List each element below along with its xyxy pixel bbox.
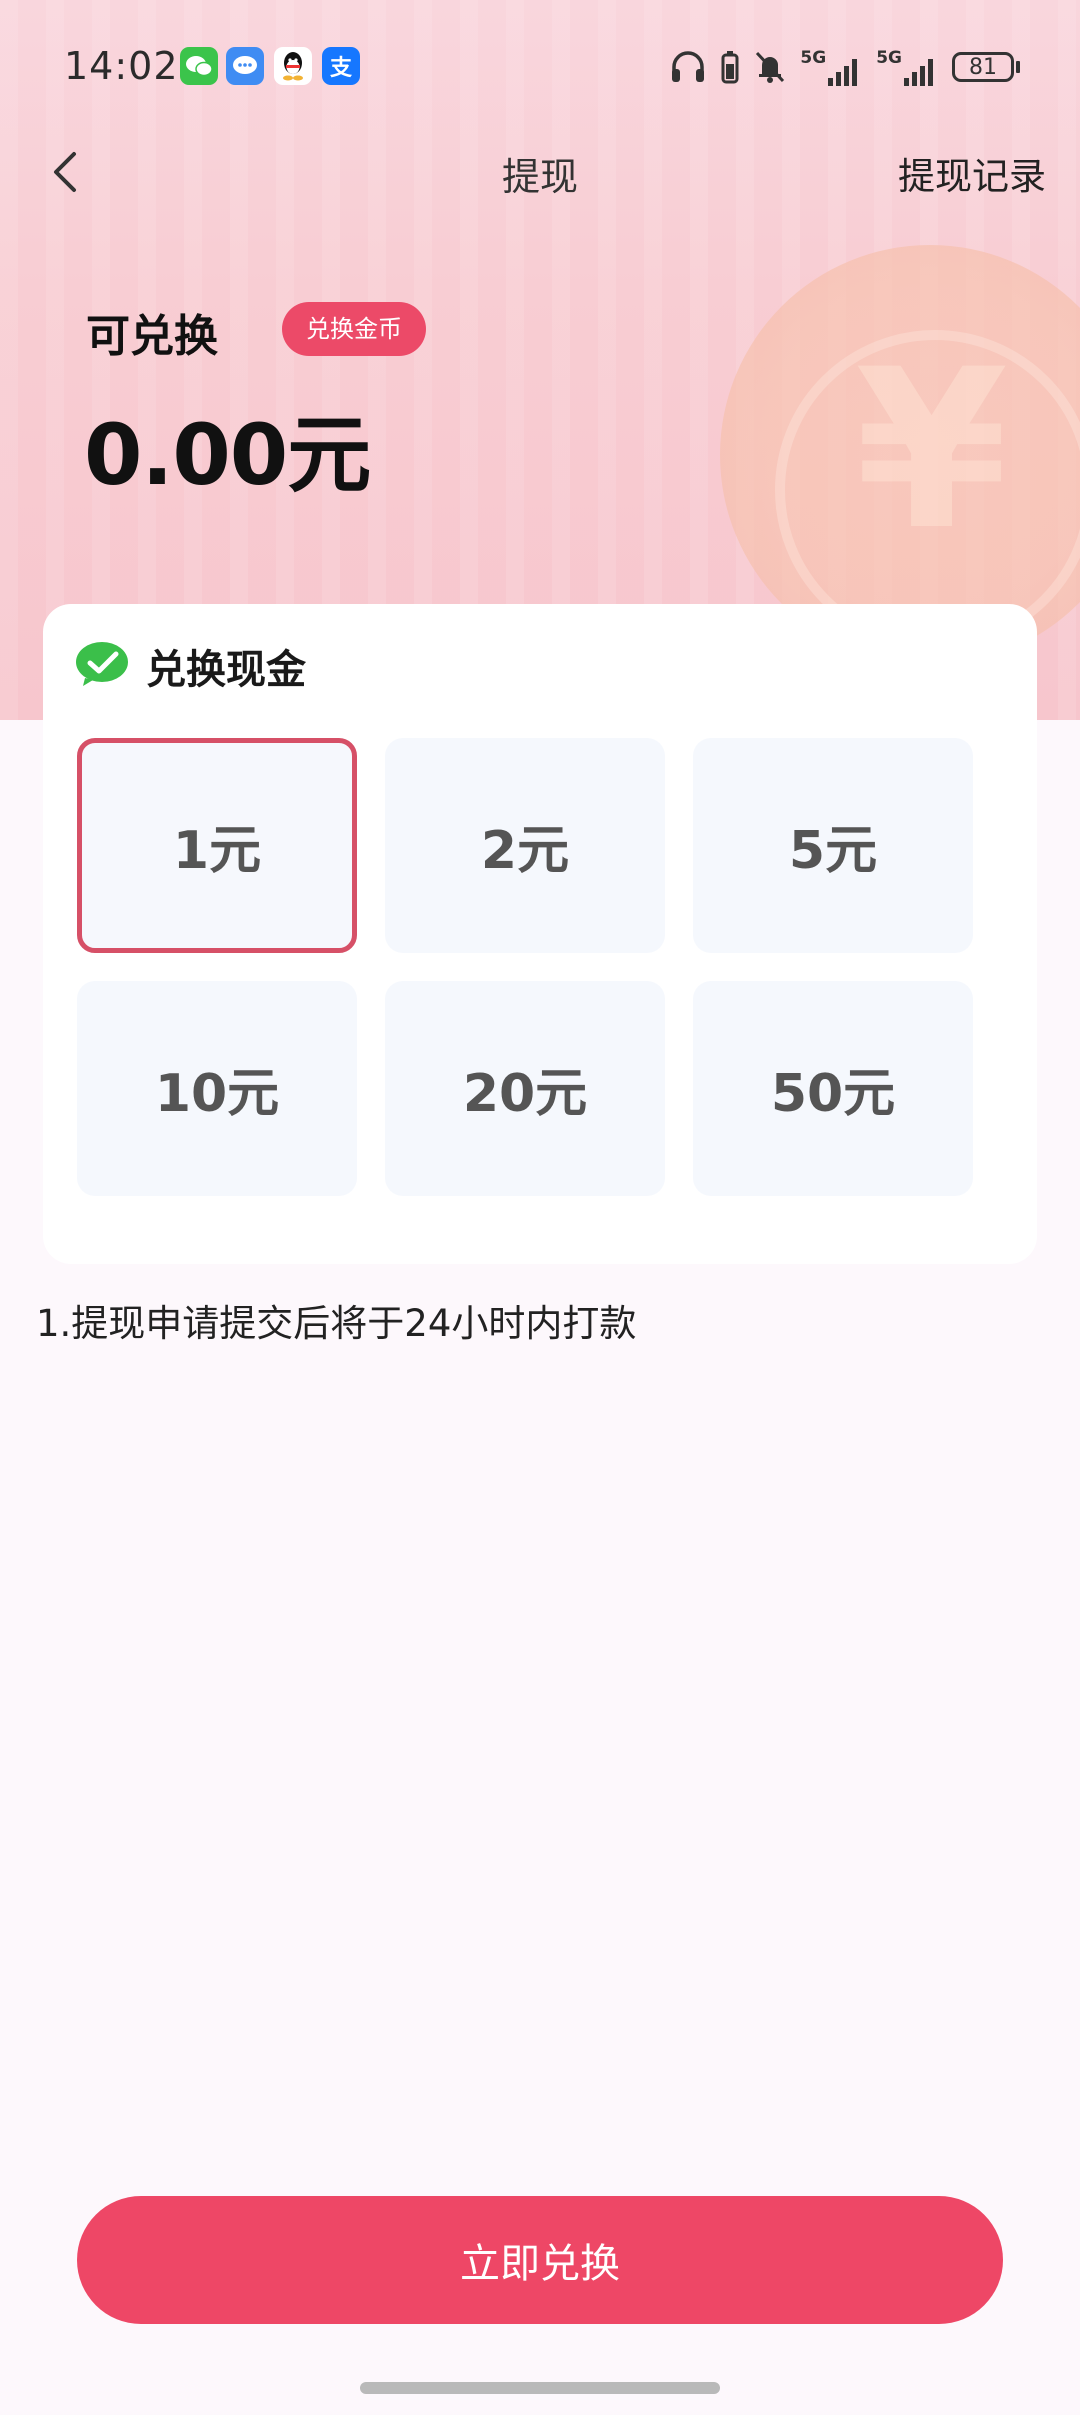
withdraw-note: 1.提现申请提交后将于24小时内打款: [36, 1302, 637, 1345]
network-type-label: 5G: [800, 48, 827, 68]
card-title: 兑换现金: [146, 647, 306, 693]
network-type-label: 5G: [876, 48, 902, 68]
battery-icon: 81: [952, 52, 1020, 82]
exchange-now-button[interactable]: 立即兑换: [77, 2196, 1003, 2324]
messages-icon: [226, 47, 264, 85]
home-indicator[interactable]: [360, 2382, 720, 2394]
amount-option-20[interactable]: 20元: [385, 981, 665, 1196]
mute-bell-icon: [756, 51, 785, 83]
amount-option-50[interactable]: 50元: [693, 981, 973, 1196]
status-time: 14:02: [64, 44, 179, 88]
signal-1-icon: 5G: [800, 48, 862, 86]
wechat-pay-icon: [76, 642, 128, 686]
alipay-icon: 支: [322, 47, 360, 85]
available-label: 可兑换: [86, 311, 218, 362]
signal-2-icon: 5G: [876, 48, 938, 86]
amount-option-2[interactable]: 2元: [385, 738, 665, 953]
system-icons: 5G 5G 81: [670, 48, 1020, 86]
battery-level: 81: [952, 52, 1014, 82]
wechat-icon: [180, 47, 218, 85]
battery-saver-icon: [721, 51, 739, 84]
yen-icon: ¥: [855, 322, 1009, 578]
amount-option-5[interactable]: 5元: [693, 738, 973, 953]
amount-option-10[interactable]: 10元: [77, 981, 357, 1196]
amount-option-1[interactable]: 1元: [77, 738, 357, 953]
exchange-coins-button[interactable]: 兑换金币: [282, 302, 426, 356]
status-bar: 14:02 支 5G 5G 81: [0, 0, 1080, 135]
available-amount: 0.00元: [84, 406, 371, 504]
withdraw-history-link[interactable]: 提现记录: [898, 146, 1046, 200]
qq-icon: [274, 47, 312, 85]
headphones-icon: [672, 51, 705, 82]
